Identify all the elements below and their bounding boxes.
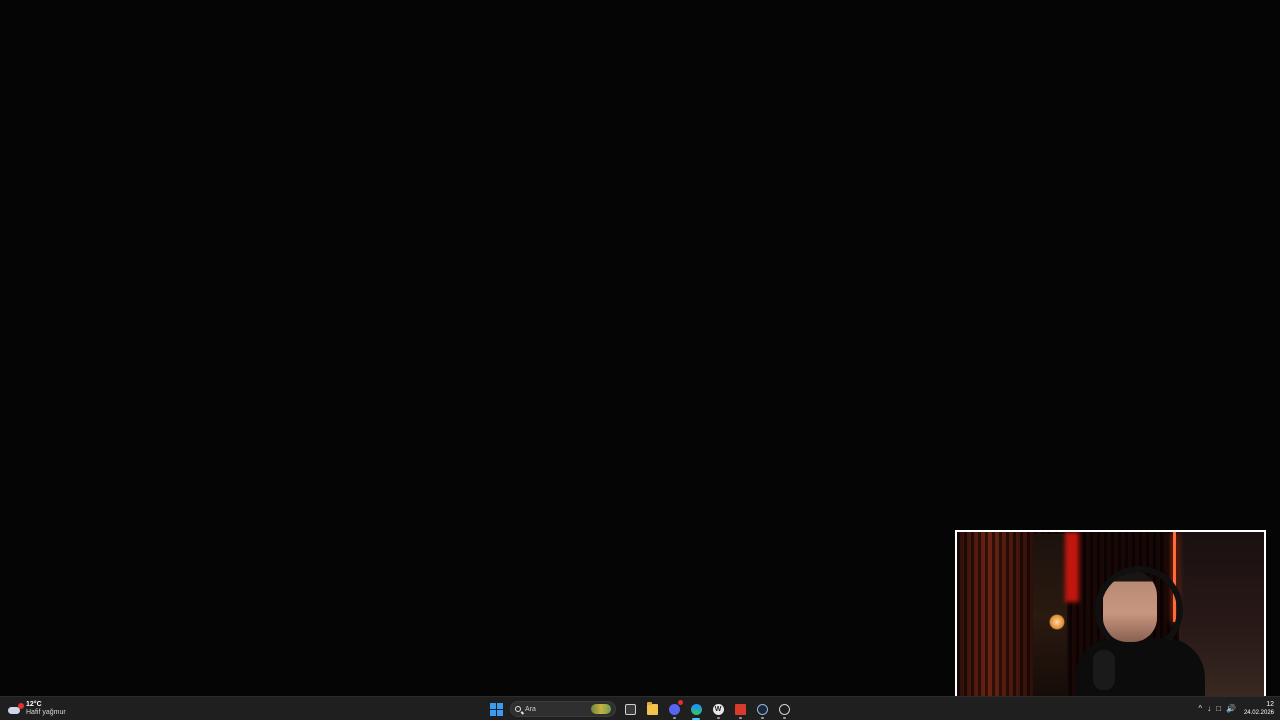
display-icon[interactable]: □ bbox=[1216, 704, 1221, 714]
taskbar-center: Ara W bbox=[488, 699, 792, 720]
clock-date: 24.02.2026 bbox=[1243, 710, 1274, 716]
steam-icon bbox=[756, 703, 768, 715]
weather-description: Hafif yağmur bbox=[26, 709, 66, 716]
network-icon[interactable]: ↓ bbox=[1207, 704, 1211, 714]
windows-logo-icon bbox=[489, 702, 503, 716]
running-indicator bbox=[717, 717, 720, 719]
clock-time: 12 bbox=[1266, 701, 1274, 708]
running-indicator bbox=[739, 717, 742, 719]
system-tray: ^ ↓ □ 🔊 12 24.02.2026 bbox=[1198, 699, 1274, 719]
discord-icon bbox=[668, 703, 680, 715]
app-button[interactable]: W bbox=[710, 701, 726, 719]
red-app-button[interactable] bbox=[732, 701, 748, 719]
volume-icon[interactable]: 🔊 bbox=[1226, 704, 1236, 714]
file-explorer-button[interactable] bbox=[644, 701, 660, 717]
cloud-rain-icon bbox=[8, 703, 24, 715]
weather-widget[interactable]: 12°C Hafif yağmur bbox=[8, 699, 66, 719]
start-button[interactable] bbox=[488, 701, 504, 717]
red-app-icon bbox=[734, 703, 746, 715]
edge-icon bbox=[690, 703, 702, 715]
task-view-button[interactable] bbox=[622, 701, 638, 717]
extra-app-button[interactable] bbox=[776, 701, 792, 719]
running-indicator bbox=[783, 717, 786, 719]
edge-button[interactable] bbox=[688, 701, 704, 720]
notification-badge bbox=[678, 700, 683, 705]
circle-icon bbox=[778, 703, 790, 715]
chevron-up-icon[interactable]: ^ bbox=[1198, 704, 1202, 714]
webcam-lamp bbox=[1049, 614, 1065, 630]
task-view-icon bbox=[624, 703, 636, 715]
running-indicator bbox=[673, 717, 676, 719]
taskbar: 12°C Hafif yağmur Ara W ^ ↓ □ 🔊 12 24.02… bbox=[0, 696, 1280, 720]
weather-text: 12°C Hafif yağmur bbox=[26, 701, 66, 717]
steam-button[interactable] bbox=[754, 701, 770, 719]
running-indicator bbox=[761, 717, 764, 719]
search-icon bbox=[515, 706, 521, 712]
webcam-overlay bbox=[955, 530, 1266, 704]
search-box[interactable]: Ara bbox=[510, 701, 616, 717]
clock[interactable]: 12 24.02.2026 bbox=[1244, 701, 1274, 717]
search-placeholder: Ara bbox=[525, 705, 536, 713]
search-highlight-icon bbox=[591, 704, 611, 714]
webcam-microphone bbox=[1093, 650, 1115, 690]
weather-temperature: 12°C bbox=[26, 701, 42, 708]
discord-button[interactable] bbox=[666, 700, 683, 719]
webcam-headphones bbox=[1095, 566, 1183, 654]
folder-icon bbox=[646, 701, 658, 715]
app-circle-icon: W bbox=[712, 703, 724, 715]
webcam-red-light bbox=[1065, 532, 1079, 602]
